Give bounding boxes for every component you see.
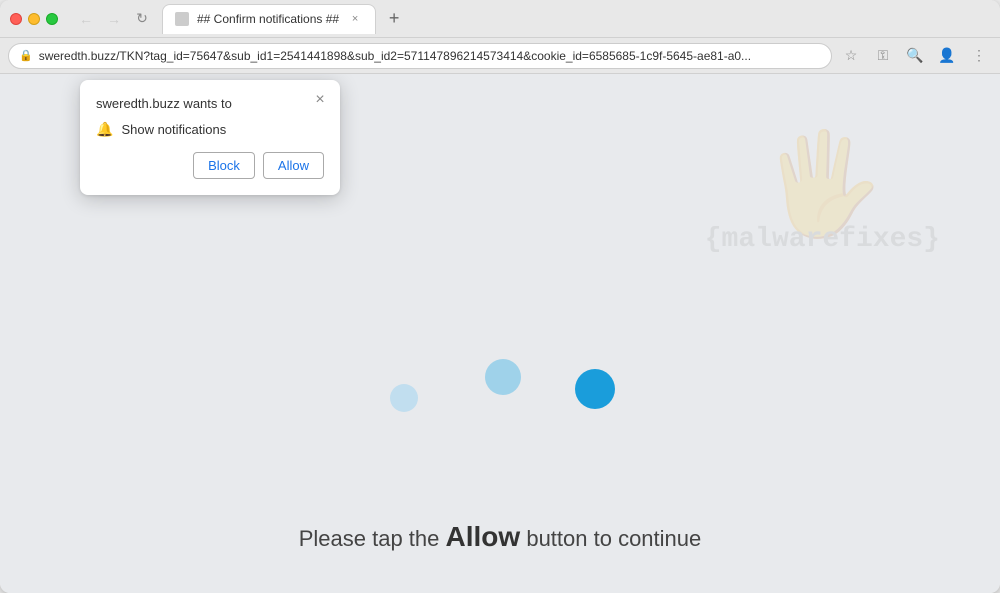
instruction-prefix: Please tap the — [299, 526, 440, 551]
address-input-wrap[interactable]: 🔒 sweredth.buzz/TKN?tag_id=75647&sub_id1… — [8, 43, 832, 69]
nav-buttons: ← → ↻ — [74, 7, 154, 31]
minimize-window-button[interactable] — [28, 13, 40, 25]
hand-icon: 🖐 — [760, 134, 885, 234]
popup-close-button[interactable]: × — [310, 90, 330, 110]
title-bar: ← → ↻ ## Confirm notifications ## × + — [0, 0, 1000, 38]
close-window-button[interactable] — [10, 13, 22, 25]
popup-buttons: Block Allow — [96, 152, 324, 179]
url-display: sweredth.buzz/TKN?tag_id=75647&sub_id1=2… — [39, 49, 821, 63]
bell-icon: 🔔 — [96, 121, 113, 138]
tab-favicon — [175, 12, 189, 26]
notification-popup: sweredth.buzz wants to × 🔔 Show notifica… — [80, 80, 340, 195]
account-icon: 👤 — [938, 47, 955, 64]
refresh-button[interactable]: ↻ — [130, 7, 154, 31]
key-icon: ⚿ — [878, 47, 889, 64]
allow-button[interactable]: Allow — [263, 152, 324, 179]
lock-icon: 🔒 — [19, 49, 33, 62]
back-button[interactable]: ← — [74, 7, 98, 31]
brand-text: {malwarefixes} — [705, 224, 940, 255]
forward-button[interactable]: → — [102, 7, 126, 31]
search-lens-button[interactable]: 🔍 — [902, 43, 928, 69]
instruction-highlight: Allow — [446, 521, 521, 552]
active-tab[interactable]: ## Confirm notifications ## × — [162, 4, 376, 34]
traffic-lights — [10, 13, 58, 25]
tab-title: ## Confirm notifications ## — [197, 12, 339, 26]
dot-2 — [485, 359, 521, 395]
password-button[interactable]: ⚿ — [870, 43, 896, 69]
bookmark-button[interactable]: ☆ — [838, 43, 864, 69]
webpage: 🖐 {malwarefixes} Please tap the Allow bu… — [0, 74, 1000, 593]
menu-button[interactable]: ⋮ — [966, 43, 992, 69]
popup-title: sweredth.buzz wants to — [96, 96, 324, 111]
address-bar: 🔒 sweredth.buzz/TKN?tag_id=75647&sub_id1… — [0, 38, 1000, 74]
new-tab-button[interactable]: + — [380, 5, 408, 33]
popup-item: 🔔 Show notifications — [96, 121, 324, 138]
dot-3 — [575, 369, 615, 409]
block-button[interactable]: Block — [193, 152, 255, 179]
account-button[interactable]: 👤 — [934, 43, 960, 69]
brand-watermark: 🖐 {malwarefixes} — [705, 134, 940, 255]
browser-window: ← → ↻ ## Confirm notifications ## × + 🔒 … — [0, 0, 1000, 593]
tab-close-button[interactable]: × — [347, 11, 363, 27]
menu-icon: ⋮ — [972, 47, 986, 64]
search-icon: 🔍 — [906, 47, 923, 64]
star-icon: ☆ — [845, 47, 858, 64]
popup-item-text: Show notifications — [121, 122, 226, 137]
tab-bar: ## Confirm notifications ## × + — [162, 4, 990, 34]
dot-1 — [390, 384, 418, 412]
maximize-window-button[interactable] — [46, 13, 58, 25]
instruction-suffix: button to continue — [526, 526, 701, 551]
page-instruction: Please tap the Allow button to continue — [0, 521, 1000, 553]
